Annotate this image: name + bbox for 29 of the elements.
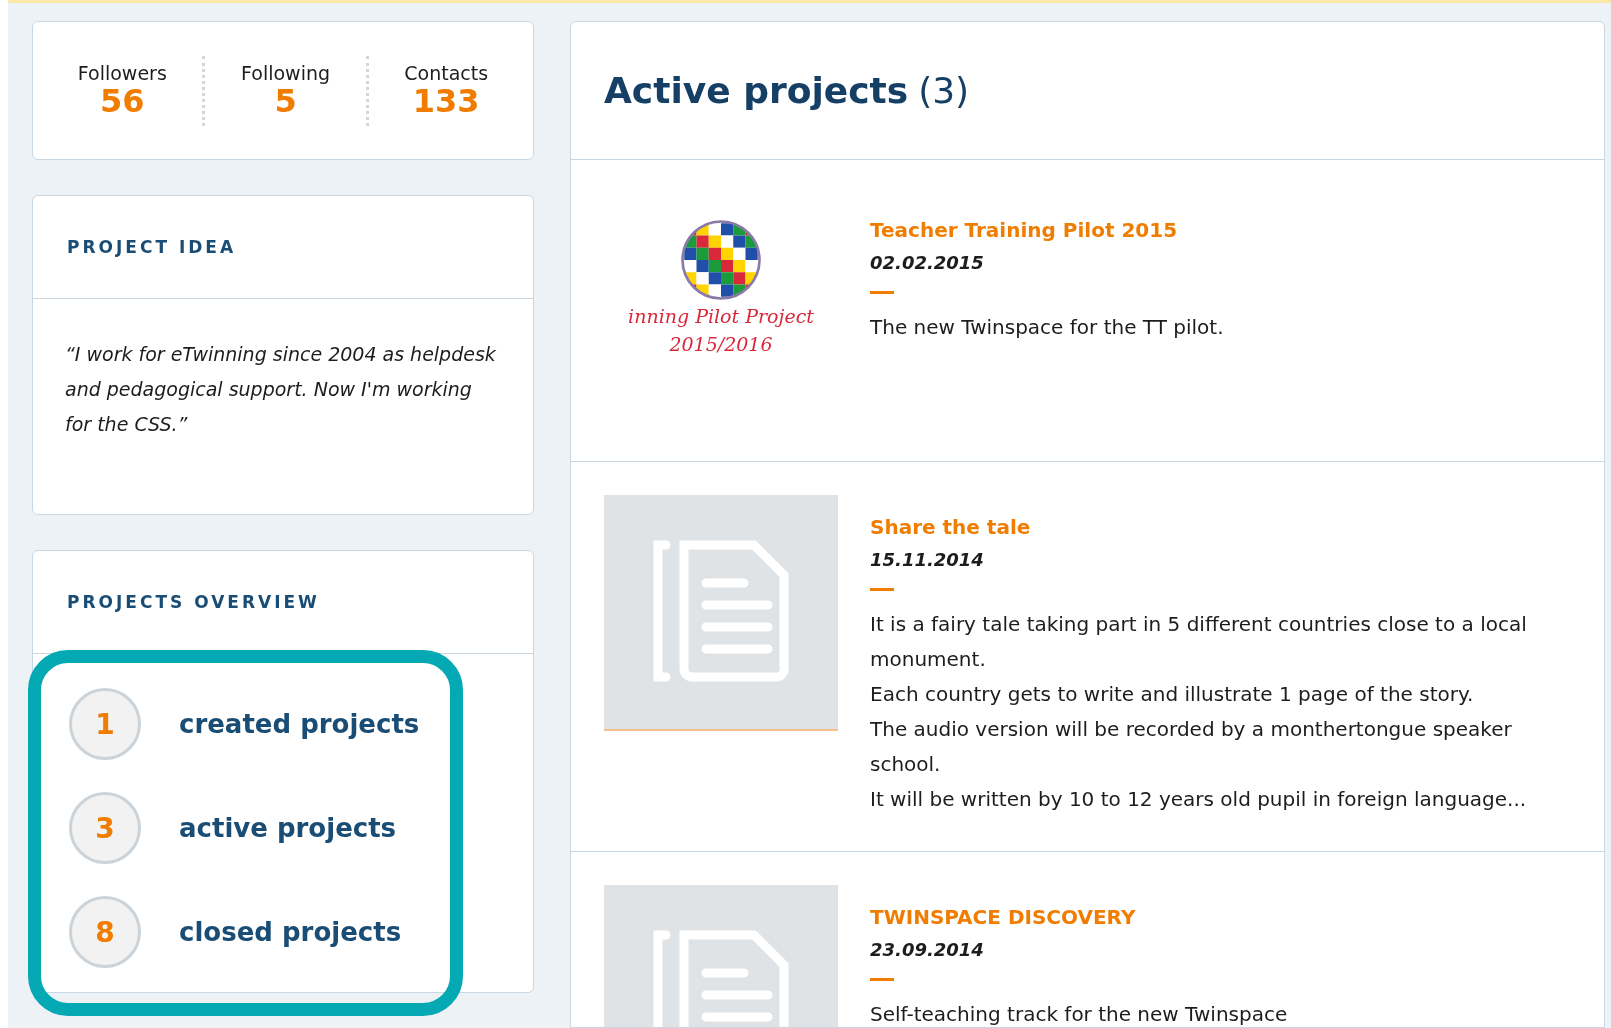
logo-caption: 2015/2016 [669,332,773,357]
count-circle: 3 [69,792,141,864]
project-date: 02.02.2015 [870,252,985,273]
stat-value: 56 [100,83,145,120]
globe-icon [679,218,763,302]
count-circle: 1 [69,688,141,760]
project-description: Self-teaching track for the new Twinspace [870,1001,1288,1027]
project-description: It is a fairy tale taking part in 5 different countries close to a local monument. [870,611,1528,673]
project-description: The new Twinspace for the TT pilot. [870,314,1224,341]
quote-text: “I work for eTwinning since 2004 as helpdesk and pedagogical support. Now I'm working for the CSS.” [64,342,497,437]
logo-caption: inning Pilot Project [628,304,814,329]
card-title: PROJECT IDEA [67,237,237,257]
stat-value: 5 [274,83,297,120]
project-date: 23.09.2014 [870,939,985,960]
card-title: PROJECTS OVERVIEW [67,592,320,612]
stat-value: 133 [412,83,480,120]
project-description: Each country gets to write and illustrate 1 page of the story. [870,681,1475,708]
overview-link[interactable]: closed projects [179,917,402,947]
overview-link[interactable]: created projects [179,709,420,739]
count-circle: 8 [69,896,141,968]
stat-label: Contacts [404,61,489,84]
project-description: It will be written by 10 to 12 years old pupil in foreign language... [870,786,1528,813]
stat-label: Followers [77,61,167,84]
overview-link[interactable]: active projects [179,813,397,843]
panel-title: Active projects [604,70,909,111]
project-date: 15.11.2014 [870,549,985,570]
project-description: The audio version will be recorded by a monthertongue speaker school. [870,716,1513,778]
stat-label: Following [241,61,331,84]
project-count: (3) [918,70,970,111]
